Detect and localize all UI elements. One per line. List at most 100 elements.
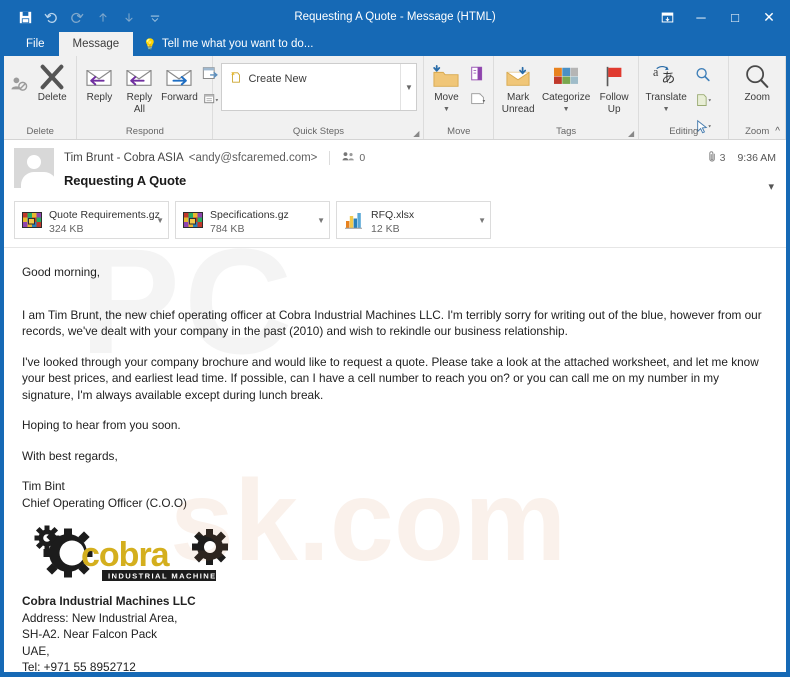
attachment-item[interactable]: Specifications.gz 784 KB ▼ <box>175 201 330 239</box>
people-count: 0 <box>359 152 366 164</box>
group-label-quick-steps: Quick Steps <box>292 126 345 137</box>
group-label-delete: Delete <box>26 126 54 137</box>
address-line-2: SH-A2. Near Falcon Pack <box>22 627 158 641</box>
quick-step-create-new[interactable]: Create New <box>222 64 400 87</box>
reply-all-label: Reply All <box>126 92 153 115</box>
ribbon-group-move: Move ▼ Move <box>424 56 495 139</box>
attachment-size: 784 KB <box>210 223 245 235</box>
delete-button[interactable]: Delete <box>32 59 72 104</box>
excel-chart-icon <box>343 209 365 231</box>
find-button[interactable] <box>691 62 715 88</box>
group-label-tags: Tags <box>556 126 577 137</box>
forward-button[interactable]: Forward <box>159 59 199 104</box>
svg-text:あ: あ <box>661 71 675 87</box>
ribbon-group-delete: Delete Delete <box>4 56 78 139</box>
ribbon-group-quick-steps: Create New ▼ Quick Steps ◢ <box>213 56 425 139</box>
redo-icon[interactable] <box>64 7 90 29</box>
categorize-caret-icon[interactable]: ▼ <box>563 104 570 116</box>
sender-email[interactable]: <andy@sfcaremed.com> <box>189 152 318 164</box>
from-line: Tim Brunt - Cobra ASIA <andy@sfcaremed.c… <box>64 148 702 168</box>
save-icon[interactable] <box>12 7 38 29</box>
quick-steps-scroll-down-icon[interactable]: ▼ <box>400 64 416 110</box>
reply-envelope-icon <box>85 62 113 92</box>
message-meta: Tim Brunt - Cobra ASIA <andy@sfcaremed.c… <box>54 148 702 193</box>
delete-label: Delete <box>37 92 67 103</box>
reply-all-envelope-icon <box>125 62 153 92</box>
attachment-indicator: 3 <box>708 150 726 166</box>
body-paragraph-2: I've looked through your company brochur… <box>22 354 759 402</box>
tell-me-box[interactable]: 💡 Tell me what you want to do... <box>133 32 323 56</box>
people-pane-toggle[interactable]: 0 <box>342 151 365 165</box>
tags-dialog-launcher[interactable]: ◢ <box>628 129 634 138</box>
address-line-3: UAE, <box>22 643 50 658</box>
body-greeting: Good morning, <box>22 265 101 279</box>
close-button[interactable]: ✕ <box>752 5 786 31</box>
group-label-respond: Respond <box>125 126 164 137</box>
attachment-size: 324 KB <box>49 223 84 235</box>
categorize-button[interactable]: Categorize ▼ <box>540 59 592 116</box>
attachment-menu-caret-icon[interactable]: ▼ <box>474 216 486 225</box>
message-pane: Tim Brunt - Cobra ASIA <andy@sfcaremed.c… <box>4 140 786 672</box>
reply-all-button[interactable]: Reply All <box>119 59 159 116</box>
zoom-magnifier-icon <box>743 62 771 92</box>
mark-unread-button[interactable]: Mark Unread <box>496 59 540 116</box>
attachment-item[interactable]: Quote Requirements.gz 324 KB ▼ <box>14 201 169 239</box>
find-magnifier-icon <box>694 64 712 86</box>
title-bar: Requesting A Quote - Message (HTML) ─ □ … <box>4 3 786 32</box>
attachment-count: 3 <box>719 152 726 164</box>
reply-button[interactable]: Reply <box>79 59 119 104</box>
signer-title: Chief Operating Officer (C.O.O) <box>22 495 187 510</box>
previous-item-icon[interactable] <box>90 7 116 29</box>
minimize-button[interactable]: ─ <box>684 5 718 31</box>
maximize-button[interactable]: □ <box>718 5 752 31</box>
attachment-size: 12 KB <box>371 223 400 235</box>
follow-up-label: Follow Up <box>599 92 629 115</box>
ribbon-display-options-icon[interactable] <box>650 5 684 31</box>
ribbon: Delete Delete Reply Reply All Forward Re… <box>4 56 786 140</box>
attachment-item[interactable]: RFQ.xlsx 12 KB ▼ <box>336 201 491 239</box>
lightbulb-icon: 💡 <box>143 38 157 51</box>
body-paragraph-1: I am Tim Brunt, the new chief operating … <box>22 307 762 339</box>
translate-button[interactable]: aあ Translate ▼ <box>641 59 691 116</box>
move-label: Move <box>434 92 459 103</box>
tab-message[interactable]: Message <box>58 32 134 56</box>
zip-archive-icon <box>182 209 204 231</box>
signature-block: Cobra Industrial Machines LLC Address: N… <box>22 593 768 672</box>
attachment-menu-caret-icon[interactable]: ▼ <box>313 216 325 225</box>
message-header: Tim Brunt - Cobra ASIA <andy@sfcaremed.c… <box>4 140 786 197</box>
categorize-label: Categorize <box>541 92 591 103</box>
onenote-button[interactable] <box>466 61 490 87</box>
tab-file[interactable]: File <box>12 32 59 56</box>
body-closing: With best regards, <box>22 448 118 463</box>
chevron-down-icon[interactable]: ▾ <box>768 180 774 193</box>
undo-icon[interactable] <box>38 7 64 29</box>
quick-access-toolbar <box>4 7 168 29</box>
header-divider <box>329 151 331 165</box>
customize-quick-access-icon[interactable] <box>142 7 168 29</box>
attachment-menu-caret-icon[interactable]: ▼ <box>152 216 164 225</box>
group-label-editing: Editing <box>669 126 699 137</box>
body-paragraph-3: Hoping to hear from you soon. <box>22 418 181 432</box>
collapse-ribbon-icon[interactable]: ^ <box>775 126 780 137</box>
rules-button[interactable] <box>466 87 490 113</box>
ignore-button[interactable] <box>8 59 32 97</box>
follow-up-button[interactable]: Follow Up <box>592 59 636 116</box>
reply-label: Reply <box>86 92 113 103</box>
outlook-message-window: Requesting A Quote - Message (HTML) ─ □ … <box>0 0 790 677</box>
quick-steps-dialog-launcher[interactable]: ◢ <box>413 129 419 138</box>
quick-steps-gallery[interactable]: Create New ▼ <box>221 63 418 111</box>
ribbon-tab-strip: File Message 💡 Tell me what you want to … <box>4 32 786 56</box>
zoom-button[interactable]: Zoom <box>737 59 777 104</box>
onenote-icon <box>469 63 487 85</box>
sender-name[interactable]: Tim Brunt - Cobra ASIA <box>64 152 184 164</box>
telephone: Tel: +971 55 8952712 <box>22 660 136 672</box>
move-caret-icon[interactable]: ▼ <box>443 104 450 116</box>
tell-me-label: Tell me what you want to do... <box>161 38 314 50</box>
related-button[interactable] <box>691 88 715 114</box>
next-item-icon[interactable] <box>116 7 142 29</box>
move-button[interactable]: Move ▼ <box>426 59 466 116</box>
attachment-bar: Quote Requirements.gz 324 KB ▼ Specifica… <box>4 197 786 248</box>
company-name: Cobra Industrial Machines LLC <box>22 594 196 608</box>
message-subject: Requesting A Quote <box>64 173 187 188</box>
translate-caret-icon[interactable]: ▼ <box>663 104 670 116</box>
